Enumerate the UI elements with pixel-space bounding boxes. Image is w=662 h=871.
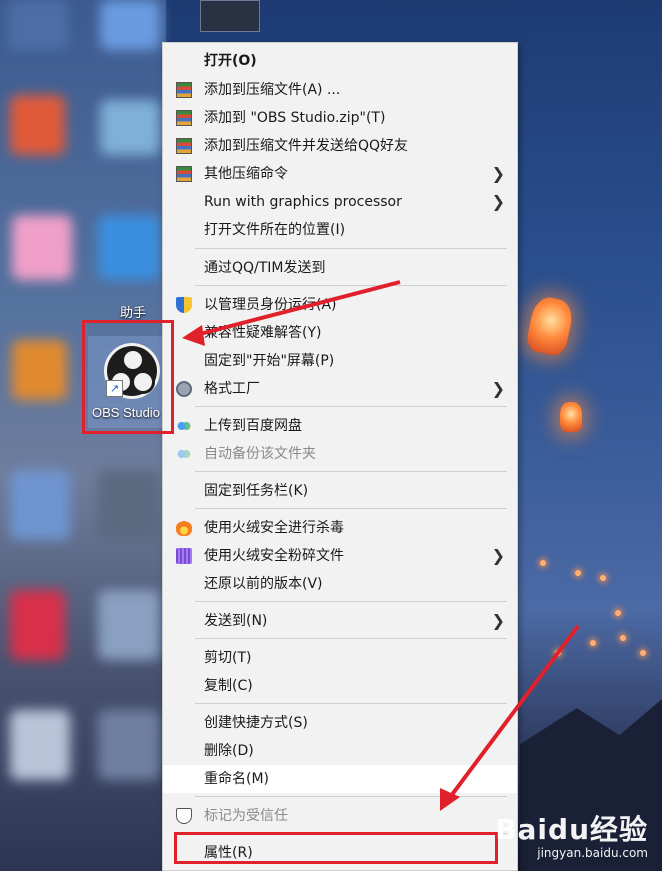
baidu-jingyan-watermark: Baidu经验 jingyan.baidu.com [495,808,648,860]
annotation-arrows [182,280,580,811]
arrowhead-icon [440,788,460,811]
arrow-to-properties [446,624,580,802]
arrow-to-obs-icon [195,280,401,337]
watermark-url: jingyan.baidu.com [537,846,648,860]
watermark-logo: Baidu经验 [495,813,648,846]
arrowhead-icon [182,325,205,346]
